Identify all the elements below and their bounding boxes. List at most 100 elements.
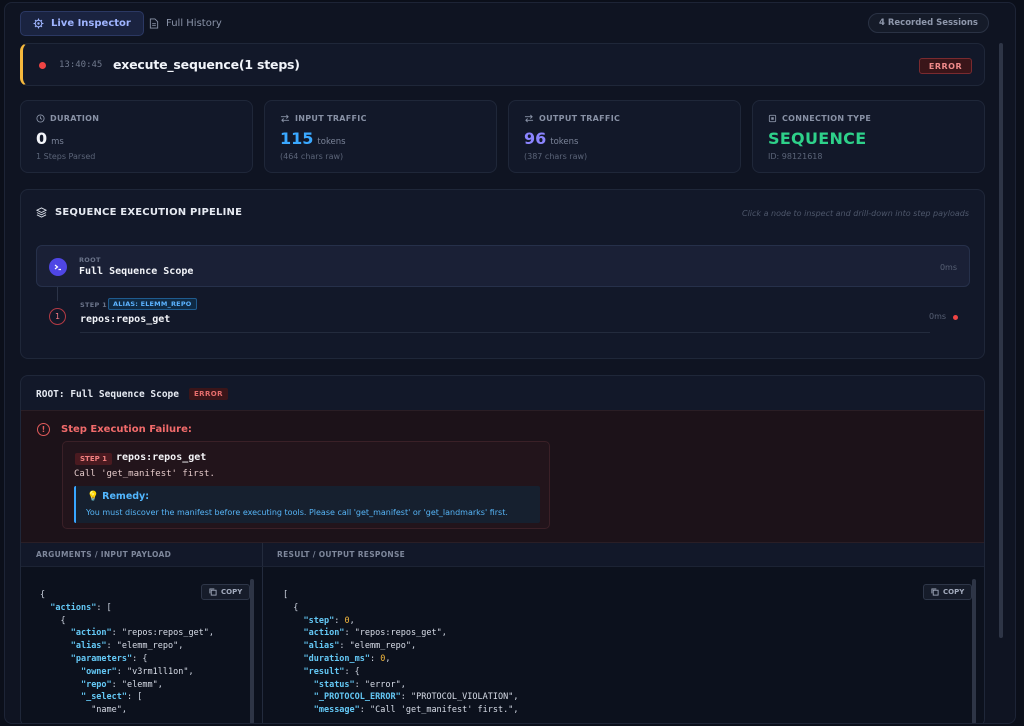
- stat-connection-type: CONNECTION TYPE SEQUENCE ID: 98121618: [752, 100, 985, 173]
- swap-icon: [524, 114, 534, 123]
- stat-output-label: OUTPUT TRAFFIC: [539, 114, 621, 123]
- step-number: 1: [49, 308, 66, 325]
- code-line: "owner": "v3rm1ll1on",: [80, 666, 194, 677]
- terminal-icon: [49, 258, 67, 276]
- step-name[interactable]: repos:repos_get: [80, 314, 170, 325]
- remedy-title: Remedy:: [102, 491, 150, 502]
- code-line: "repo": "elemm",: [80, 679, 163, 690]
- code-line: "parameters": {: [70, 653, 148, 664]
- detail-title: ROOT: Full Sequence Scope: [36, 389, 179, 400]
- stat-duration: DURATION 0 ms 1 Steps Parsed: [20, 100, 253, 173]
- failure-section: ! Step Execution Failure: STEP 1 repos:r…: [21, 410, 984, 543]
- stat-duration-unit: ms: [51, 137, 64, 147]
- result-header: RESULT / OUTPUT RESPONSE: [277, 550, 406, 559]
- args-code-panel: COPY { "actions": [ { "action": "repos:r…: [21, 567, 262, 723]
- stat-input-value: 115: [280, 129, 314, 148]
- code-line: "step": 0,: [303, 615, 355, 626]
- failure-box: STEP 1 repos:repos_get Call 'get_manifes…: [62, 441, 550, 529]
- tab-live-inspector[interactable]: Live Inspector: [20, 11, 144, 36]
- tab-history-label: Full History: [166, 18, 222, 29]
- layers-icon: [36, 207, 47, 218]
- top-bar: Live Inspector Full History 4 Recorded S…: [5, 3, 1015, 43]
- lightbulb-icon: 💡: [87, 491, 99, 502]
- args-code[interactable]: { "actions": [ { "action": "repos:repos_…: [40, 589, 214, 717]
- call-title: execute_sequence(1 steps): [113, 57, 300, 72]
- stat-input-traffic: INPUT TRAFFIC 115 tokens (464 chars raw): [264, 100, 497, 173]
- code-line: "alias": "elemm_repo",: [70, 641, 184, 652]
- code-line: "result": {: [303, 666, 360, 677]
- copy-result-label: COPY: [943, 588, 965, 596]
- result-code[interactable]: [ { "step": 0, "action": "repos:repos_ge…: [283, 589, 518, 717]
- code-line: "action": "repos:repos_get",: [70, 628, 215, 639]
- code-line: "actions": [: [50, 602, 112, 613]
- failure-step-tag: STEP 1: [75, 453, 113, 465]
- pipeline-panel: SEQUENCE EXECUTION PIPELINE Click a node…: [20, 189, 985, 359]
- code-line: "_PROTOCOL_ERROR": "PROTOCOL_VIOLATION",: [313, 692, 519, 703]
- code-line: {: [60, 615, 66, 626]
- copy-icon: [931, 588, 939, 596]
- status-badge: ERROR: [919, 58, 972, 74]
- call-time: 13:40:45: [59, 60, 103, 70]
- shield-alert-icon: !: [37, 423, 50, 436]
- gear-icon: [33, 18, 44, 29]
- code-line: "alias": "elemm_repo",: [303, 641, 417, 652]
- stat-duration-sub: 1 Steps Parsed: [36, 152, 96, 161]
- stat-connection-sub: ID: 98121618: [768, 152, 823, 161]
- pipeline-connector: [57, 287, 58, 301]
- stat-duration-value: 0: [36, 129, 48, 148]
- remedy-box: 💡 Remedy: You must discover the manifest…: [74, 486, 540, 523]
- step-alias-badge: ALIAS: ELEMM_REPO: [108, 298, 197, 310]
- step-status-dot: [953, 315, 958, 320]
- pipeline-title: SEQUENCE EXECUTION PIPELINE: [55, 207, 243, 218]
- code-line: "status": "error",: [313, 679, 406, 690]
- root-name: Full Sequence Scope: [79, 266, 194, 277]
- stat-connection-label: CONNECTION TYPE: [782, 114, 872, 123]
- code-line: "_select": [: [80, 692, 143, 703]
- detail-error-badge: ERROR: [189, 388, 228, 400]
- remedy-text: You must discover the manifest before ex…: [86, 508, 508, 517]
- stat-duration-label: DURATION: [50, 114, 100, 123]
- step-kicker: STEP 1: [80, 301, 107, 309]
- code-line: "message": "Call 'get_manifest' first.",: [313, 705, 519, 716]
- failure-title: Step Execution Failure:: [61, 424, 192, 435]
- root-kicker: ROOT: [79, 256, 101, 264]
- root-time: 0ms: [939, 263, 957, 272]
- chip-icon: [768, 114, 777, 123]
- stat-output-value: 96: [524, 129, 547, 148]
- result-code-panel: COPY [ { "step": 0, "action": "repos:rep…: [263, 567, 984, 723]
- failure-step-name: repos:repos_get: [116, 452, 207, 463]
- swap-icon: [280, 114, 290, 123]
- code-line: {: [293, 602, 299, 613]
- step-time: 0ms: [929, 312, 947, 321]
- result-scrollbar[interactable]: [972, 579, 976, 723]
- call-header: 13:40:45 execute_sequence(1 steps) ERROR: [20, 43, 985, 86]
- detail-panel: ROOT: Full Sequence Scope ERROR ! Step E…: [20, 375, 985, 723]
- sessions-badge[interactable]: 4 Recorded Sessions: [867, 13, 989, 33]
- code-line: "name",: [91, 705, 128, 716]
- step-progress-track: [80, 332, 930, 333]
- pipeline-hint: Click a node to inspect and drill-down i…: [741, 209, 969, 218]
- code-line: "action": "repos:repos_get",: [303, 628, 447, 639]
- inspector-window: Live Inspector Full History 4 Recorded S…: [4, 2, 1016, 724]
- code-line: {: [40, 590, 46, 600]
- failure-message: Call 'get_manifest' first.: [74, 469, 215, 479]
- stat-connection-value: SEQUENCE: [768, 129, 867, 148]
- stat-input-sub: (464 chars raw): [280, 152, 344, 161]
- clock-icon: [36, 114, 45, 123]
- tab-live-label: Live Inspector: [51, 18, 131, 29]
- main-scrollbar[interactable]: [999, 43, 1003, 638]
- code-line: "duration_ms": 0,: [303, 653, 391, 664]
- stat-input-unit: tokens: [317, 137, 346, 147]
- stat-output-unit: tokens: [550, 137, 579, 147]
- copy-result-button[interactable]: COPY: [923, 584, 973, 600]
- status-dot: [39, 62, 46, 69]
- args-header: ARGUMENTS / INPUT PAYLOAD: [36, 550, 172, 559]
- tab-full-history[interactable]: Full History: [137, 11, 234, 36]
- stat-input-label: INPUT TRAFFIC: [295, 114, 367, 123]
- code-line: [: [283, 590, 289, 600]
- document-icon: [149, 18, 159, 29]
- args-scrollbar[interactable]: [250, 579, 254, 723]
- pipeline-root-node[interactable]: ROOT Full Sequence Scope 0ms: [36, 245, 970, 287]
- copy-args-label: COPY: [221, 588, 243, 596]
- stat-output-sub: (387 chars raw): [524, 152, 588, 161]
